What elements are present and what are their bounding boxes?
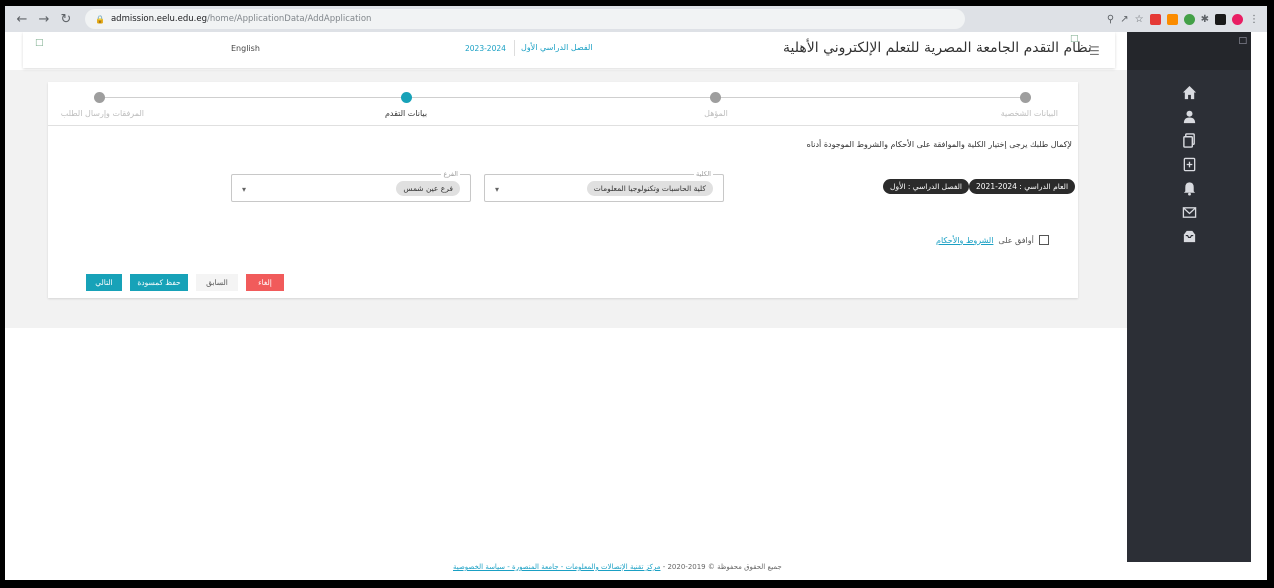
- url-path: /home/ApplicationData/AddApplication: [206, 14, 372, 24]
- address-bar[interactable]: 🔒 admission.eelu.edu.eg /home/Applicatio…: [85, 9, 965, 29]
- terms-agreement: الشروط والأحكام أوافق على: [936, 235, 1049, 245]
- page-footer: مركز تقنية الإتصالات والمعلومات - جامعة …: [453, 563, 782, 571]
- profile-avatar[interactable]: [1232, 13, 1243, 25]
- step-dot-attachments[interactable]: [94, 92, 105, 103]
- step-dot-qualification[interactable]: [710, 92, 721, 103]
- bookmark-star-icon[interactable]: ☆: [1135, 14, 1144, 25]
- hamburger-menu-icon[interactable]: ☰: [1089, 44, 1100, 58]
- more-menu-icon[interactable]: ⋮: [1249, 14, 1259, 25]
- footer-copyright: جميع الحقوق محفوظة © 2019-2020 -: [662, 563, 782, 571]
- extension-icons: ⚲ ↗ ☆ ✱ ⋮: [1107, 13, 1259, 25]
- step-label-attachments: المرفقات وإرسال الطلب: [60, 109, 144, 118]
- extension-orange-icon[interactable]: [1166, 13, 1178, 25]
- stepper-line: [101, 97, 1021, 98]
- reload-icon[interactable]: ↻: [57, 12, 75, 27]
- semester-chip: الفصل الدراسي : الأول: [883, 179, 970, 194]
- sidepanel-icon[interactable]: [1215, 13, 1226, 25]
- instruction-text: لإكمال طلبك يرجى إختيار الكلية والموافقة…: [806, 140, 1072, 149]
- academic-year-chip: العام الدراسي : 2024-2021: [969, 179, 1076, 194]
- extensions-puzzle-icon[interactable]: ✱: [1201, 14, 1209, 25]
- save-draft-button[interactable]: حفظ كمسودة: [130, 274, 188, 291]
- page-title: نظام التقدم الجامعة المصرية للتعلم الإلك…: [783, 40, 1092, 56]
- chevron-down-icon[interactable]: ▾: [242, 185, 246, 194]
- progress-stepper: البيانات الشخصية المؤهل بيانات التقدم ال…: [48, 82, 1078, 126]
- next-button[interactable]: التالي: [86, 274, 122, 291]
- step-dot-personal[interactable]: [1020, 92, 1031, 103]
- back-icon[interactable]: ←: [13, 12, 31, 27]
- faculty-select[interactable]: الكلية ▾ كلية الحاسبات وتكنولوجيا المعلو…: [484, 170, 724, 202]
- share-icon[interactable]: ↗: [1120, 14, 1128, 25]
- footer-link[interactable]: مركز تقنية الإتصالات والمعلومات - جامعة …: [453, 563, 660, 571]
- zoom-icon[interactable]: ⚲: [1107, 14, 1114, 25]
- sidebar-icon-list: [1127, 80, 1251, 248]
- faculty-label: الكلية: [694, 170, 713, 178]
- step-label-personal: البيانات الشخصية: [1000, 109, 1058, 118]
- bell-icon[interactable]: [1179, 177, 1199, 199]
- url-host: admission.eelu.edu.eg: [110, 14, 207, 24]
- broken-image-icon: □: [35, 38, 44, 48]
- step-dot-application[interactable]: [401, 92, 412, 103]
- extension-green-icon[interactable]: [1183, 13, 1195, 25]
- chevron-down-icon[interactable]: ▾: [495, 185, 499, 194]
- top-header: □ English 2023-2024 الفصل الدراسي الأول …: [23, 32, 1115, 68]
- agree-label: أوافق على: [998, 235, 1034, 245]
- header-divider: [514, 40, 515, 56]
- add-file-icon[interactable]: [1179, 153, 1199, 175]
- content-lower-background: [5, 328, 1127, 580]
- sidebar-logo-image: □: [1238, 36, 1247, 46]
- cancel-button[interactable]: إلغاء: [246, 274, 284, 291]
- branch-label: الفرع: [441, 170, 460, 178]
- side-navigation: □: [1127, 32, 1251, 562]
- lock-icon: 🔒: [95, 14, 105, 24]
- language-toggle[interactable]: English: [231, 44, 260, 53]
- logo-image: □: [1070, 34, 1079, 44]
- mail-icon[interactable]: [1179, 201, 1199, 223]
- page-viewport: □ English 2023-2024 الفصل الدراسي الأول …: [5, 32, 1267, 580]
- step-label-qualification: المؤهل: [704, 109, 728, 118]
- agree-checkbox[interactable]: [1038, 235, 1049, 245]
- step-label-application: بيانات التقدم: [384, 109, 428, 118]
- extension-pocket-icon[interactable]: [1149, 13, 1161, 25]
- terms-link[interactable]: الشروط والأحكام: [936, 236, 993, 245]
- user-icon[interactable]: [1179, 105, 1199, 127]
- previous-button[interactable]: السابق: [196, 274, 238, 291]
- home-icon[interactable]: [1179, 81, 1199, 103]
- forward-icon[interactable]: →: [35, 12, 53, 27]
- inbox-icon[interactable]: [1179, 225, 1199, 247]
- sidebar-header: □: [1127, 32, 1251, 70]
- application-card: البيانات الشخصية المؤهل بيانات التقدم ال…: [48, 82, 1078, 298]
- copy-document-icon[interactable]: [1179, 129, 1199, 151]
- header-academic-year: 2023-2024: [465, 44, 506, 53]
- branch-select[interactable]: الفرع ▾ فرع عين شمس: [231, 170, 471, 202]
- header-semester: الفصل الدراسي الأول: [521, 43, 593, 52]
- faculty-selected-chip[interactable]: كلية الحاسبات وتكنولوجيا المعلومات: [586, 181, 713, 196]
- branch-selected-chip[interactable]: فرع عين شمس: [396, 181, 460, 196]
- browser-toolbar: ← → ↻ 🔒 admission.eelu.edu.eg /home/Appl…: [5, 6, 1267, 32]
